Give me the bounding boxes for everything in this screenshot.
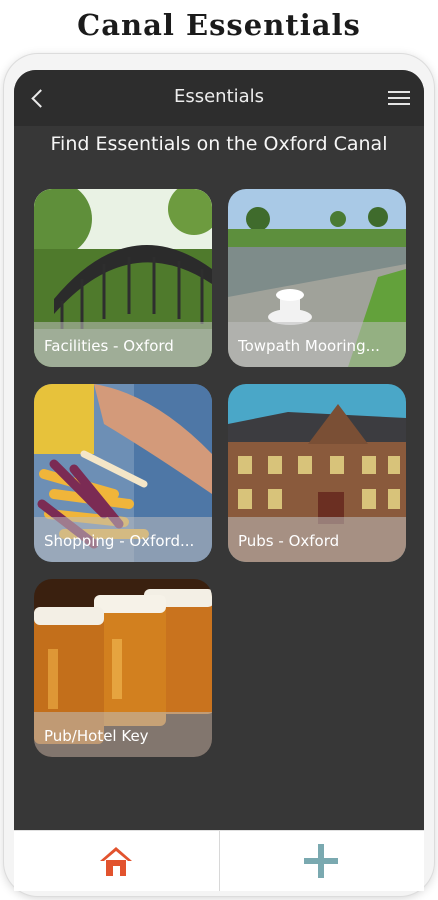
bottom-nav bbox=[14, 830, 424, 891]
tile-label: Pub/Hotel Key bbox=[44, 727, 149, 745]
home-tab[interactable] bbox=[14, 831, 218, 891]
hamburger-menu-icon[interactable] bbox=[388, 88, 410, 108]
app-headline: Canal Essentials bbox=[77, 8, 361, 42]
app-screen: Essentials Find Essentials on the Oxford… bbox=[14, 70, 424, 830]
home-icon bbox=[100, 847, 132, 876]
tile-towpath-mooring[interactable]: Towpath Mooring... bbox=[228, 189, 406, 367]
tile-shopping-oxford[interactable]: Shopping - Oxford... bbox=[34, 384, 212, 562]
tile-label: Towpath Mooring... bbox=[238, 337, 380, 355]
page-title: Essentials bbox=[173, 86, 265, 107]
plus-icon bbox=[304, 844, 338, 878]
tile-label: Pubs - Oxford bbox=[238, 532, 340, 550]
tile-label: Facilities - Oxford bbox=[44, 337, 174, 355]
tile-pub-hotel-key[interactable]: Pub/Hotel Key bbox=[34, 579, 212, 757]
tile-pubs-oxford[interactable]: Pubs - Oxford bbox=[228, 384, 406, 562]
section-heading: Find Essentials on the Oxford Canal bbox=[50, 133, 388, 155]
tile-label: Shopping - Oxford... bbox=[44, 532, 195, 550]
add-tab[interactable] bbox=[220, 831, 424, 891]
tile-facilities-oxford[interactable]: Facilities - Oxford bbox=[34, 189, 212, 367]
app-bar: Essentials bbox=[14, 70, 424, 126]
